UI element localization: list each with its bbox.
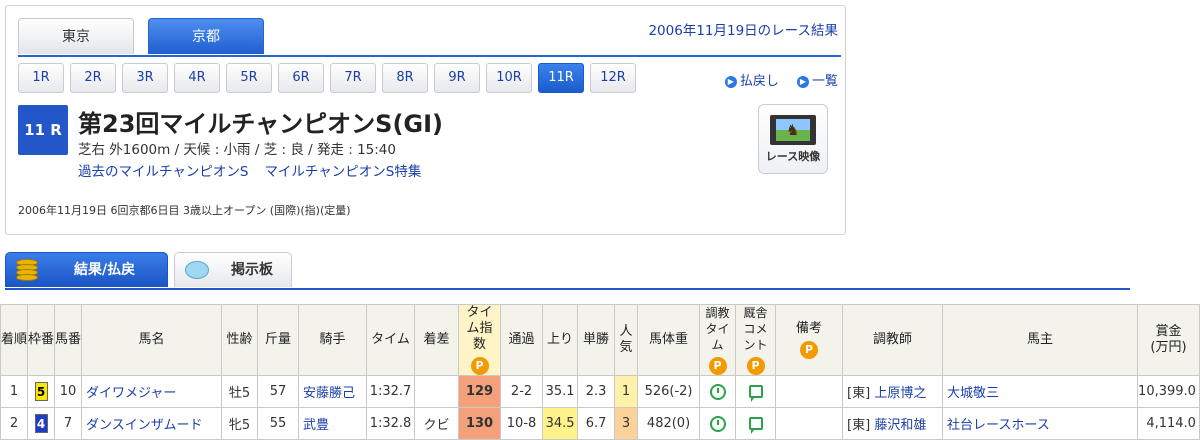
result-tabs: 結果/払戻 掲示板 — [5, 252, 1130, 290]
weight: 57 — [257, 375, 300, 408]
header-training-time: 調教タイム P — [699, 304, 737, 376]
header-rank: 着順 — [0, 304, 29, 376]
header-jockey: 騎手 — [298, 304, 368, 376]
time-index: 129 — [458, 375, 502, 408]
training-time-cell — [699, 375, 737, 408]
race-button-7r[interactable]: 7R — [330, 63, 376, 93]
tab-board[interactable]: 掲示板 — [174, 252, 292, 287]
tab-results[interactable]: 結果/払戻 — [5, 252, 168, 287]
header-stable-comment: 厩舎コメント P — [735, 304, 777, 376]
arrow-right-icon: ▶ — [796, 75, 809, 88]
horse-name-link[interactable]: ダイワメジャー — [81, 375, 223, 408]
horse-number: 10 — [54, 375, 83, 408]
premium-p-icon[interactable]: P — [708, 357, 727, 375]
header-frame: 枠番 — [27, 304, 56, 376]
odds: 2.3 — [577, 375, 616, 408]
race-button-8r[interactable]: 8R — [382, 63, 428, 93]
last3f: 35.1 — [542, 375, 579, 408]
film-icon — [770, 115, 816, 145]
prize: 10,399.0 — [1137, 375, 1200, 408]
race-button-11r[interactable]: 11R — [538, 63, 584, 93]
race-info: 2006年11月19日 6回京都6日目 3歳以上オープン (国際)(指)(定量) — [18, 204, 351, 217]
trainer-cell: [東] 上原博之 — [842, 375, 944, 408]
header-remarks: 備考 P — [775, 304, 844, 376]
sex-age: 牡5 — [221, 375, 259, 408]
header-sex-age: 性齢 — [221, 304, 259, 376]
results-table: 着順 枠番 馬番 馬名 性齢 斤量 騎手 タイム 着差 タイム指数 P 通過 上り… — [0, 304, 1200, 440]
header-time-index: タイム指数 P — [458, 304, 502, 376]
race-video-label: レース映像 — [765, 150, 821, 163]
premium-p-icon[interactable]: P — [746, 357, 765, 375]
race-list-link[interactable]: 一覧 — [812, 74, 838, 89]
body-weight: 526(-2) — [637, 375, 701, 408]
tab-results-label: 結果/払戻 — [74, 262, 136, 278]
tab-board-label: 掲示板 — [231, 262, 273, 278]
trainer-link[interactable]: 上原博之 — [874, 386, 926, 401]
race-links: ▶ 払戻し ▶ 一覧 — [711, 70, 838, 89]
race-title: 第23回マイルチャンピオンS(GI) — [78, 110, 444, 138]
race-header-panel: 東京 京都 2006年11月19日のレース結果 1R 2R 3R 4R 5R 6… — [5, 5, 846, 235]
header-owner: 馬主 — [942, 304, 1139, 376]
clock-icon[interactable] — [709, 415, 726, 432]
owner-link[interactable]: 大城敬三 — [942, 375, 1139, 408]
stable-comment-cell — [735, 375, 777, 408]
race-date: 2006年11月19日のレース結果 — [648, 23, 838, 39]
clock-icon[interactable] — [709, 383, 726, 400]
race-button-3r[interactable]: 3R — [122, 63, 168, 93]
header-time: タイム — [366, 304, 416, 376]
tab-kyoto[interactable]: 京都 — [148, 18, 264, 54]
header-margin: 着差 — [414, 304, 460, 376]
race-button-4r[interactable]: 4R — [174, 63, 220, 93]
comment-icon[interactable] — [748, 417, 763, 434]
race-button-5r[interactable]: 5R — [226, 63, 272, 93]
header-prize: 賞金(万円) — [1137, 304, 1200, 376]
comment-icon[interactable] — [748, 385, 763, 402]
frame-number: 4 — [34, 414, 48, 433]
time: 1:32.7 — [366, 375, 416, 408]
header-weight: 斤量 — [257, 304, 300, 376]
header-popularity: 人気 — [614, 304, 639, 376]
header-odds: 単勝 — [577, 304, 616, 376]
margin — [414, 375, 460, 408]
race-number-badge: 11 R — [18, 105, 68, 155]
payout-link[interactable]: 払戻し — [740, 74, 779, 89]
header-horse-name: 馬名 — [81, 304, 223, 376]
header-body-weight: 馬体重 — [637, 304, 701, 376]
arrow-right-icon: ▶ — [724, 75, 737, 88]
speech-bubble-icon — [185, 261, 209, 279]
rank: 1 — [0, 375, 29, 408]
tab-tokyo[interactable]: 東京 — [18, 18, 134, 54]
race-button-12r[interactable]: 12R — [590, 63, 636, 93]
popularity: 1 — [614, 375, 639, 408]
frame-cell: 5 — [27, 375, 56, 408]
race-related-links: 過去のマイルチャンピオンS マイルチャンピオンS特集 — [78, 160, 437, 180]
table-row: 1 5 10 ダイワメジャー 牡5 57 安藤勝己 1:32.7 129 2-2… — [0, 375, 1200, 408]
trainer-link[interactable]: 藤沢和雄 — [874, 418, 926, 433]
jockey-link[interactable]: 安藤勝己 — [298, 375, 368, 408]
header-trainer: 調教師 — [842, 304, 944, 376]
race-button-10r[interactable]: 10R — [486, 63, 532, 93]
special-feature-link[interactable]: マイルチャンピオンS特集 — [264, 164, 421, 180]
past-race-link[interactable]: 過去のマイルチャンピオンS — [78, 164, 248, 180]
passing: 2-2 — [500, 375, 544, 408]
remarks — [775, 375, 844, 408]
race-conditions: 芝右 外1600m / 天候 : 小雨 / 芝 : 良 / 発走 : 15:40 — [78, 142, 396, 158]
premium-p-icon[interactable]: P — [800, 341, 819, 359]
header-last3f: 上り — [542, 304, 579, 376]
race-button-6r[interactable]: 6R — [278, 63, 324, 93]
header-horse-number: 馬番 — [54, 304, 83, 376]
premium-p-icon[interactable]: P — [470, 357, 489, 375]
race-button-9r[interactable]: 9R — [434, 63, 480, 93]
race-button-1r[interactable]: 1R — [18, 63, 64, 93]
frame-number: 5 — [34, 382, 48, 401]
header-passing: 通過 — [500, 304, 544, 376]
race-video-button[interactable]: レース映像 — [758, 104, 828, 174]
race-button-2r[interactable]: 2R — [70, 63, 116, 93]
coins-icon — [16, 259, 38, 281]
